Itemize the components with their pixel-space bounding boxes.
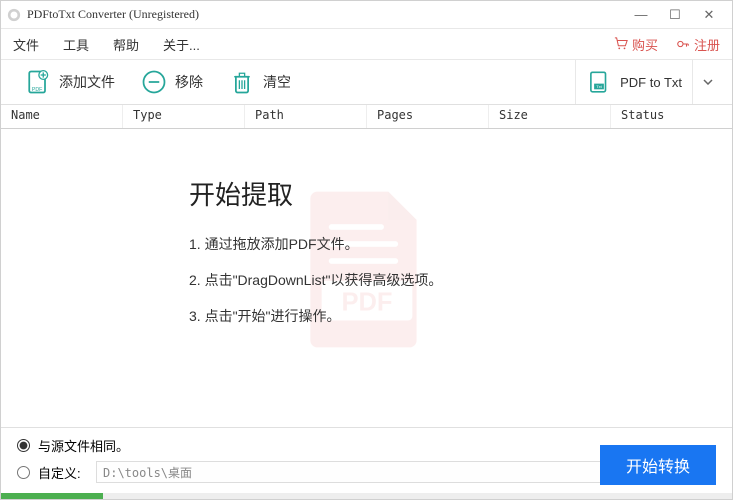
remove-button[interactable]: 移除: [127, 63, 215, 101]
table-header: Name Type Path Pages Size Status: [1, 105, 732, 129]
radio-same-as-source[interactable]: [17, 439, 30, 452]
footer: 与源文件相同。 自定义: 浏览 开始转换: [1, 427, 732, 499]
menu-about[interactable]: 关于...: [163, 35, 200, 54]
svg-text:Txt: Txt: [596, 84, 602, 89]
content-area[interactable]: PDF 开始提取 1. 通过拖放添加PDF文件。 2. 点击"DragDownL…: [1, 129, 732, 427]
col-name[interactable]: Name: [1, 105, 123, 128]
mode-dropdown-button[interactable]: [692, 60, 722, 104]
app-icon: [7, 8, 21, 22]
toolbar: PDF 添加文件 移除 清空 Txt PDF to Txt: [1, 59, 732, 105]
mode-selector[interactable]: Txt PDF to Txt: [575, 60, 692, 104]
progress-fill: [1, 493, 103, 499]
menu-tools[interactable]: 工具: [63, 35, 89, 54]
custom-path-input[interactable]: [96, 461, 644, 483]
col-size[interactable]: Size: [489, 105, 611, 128]
pdf-to-txt-icon: Txt: [586, 69, 612, 95]
instructions: 开始提取 1. 通过拖放添加PDF文件。 2. 点击"DragDownList"…: [189, 175, 442, 342]
instruction-step-1: 1. 通过拖放添加PDF文件。: [189, 234, 442, 254]
add-files-button[interactable]: PDF 添加文件: [11, 63, 127, 101]
custom-label: 自定义:: [38, 463, 88, 482]
key-icon: [676, 37, 690, 51]
buy-label: 购买: [632, 35, 658, 54]
trash-icon: [227, 67, 257, 97]
col-path[interactable]: Path: [245, 105, 367, 128]
mode-label: PDF to Txt: [620, 75, 682, 90]
instructions-title: 开始提取: [189, 175, 442, 212]
start-convert-button[interactable]: 开始转换: [600, 445, 716, 485]
col-status[interactable]: Status: [611, 105, 732, 128]
buy-button[interactable]: 购买: [614, 35, 658, 54]
titlebar: PDFtoTxt Converter (Unregistered) — ☐ ✕: [1, 1, 732, 29]
register-button[interactable]: 注册: [676, 35, 720, 54]
register-label: 注册: [694, 35, 720, 54]
col-pages[interactable]: Pages: [367, 105, 489, 128]
instruction-step-2: 2. 点击"DragDownList"以获得高级选项。: [189, 270, 442, 290]
same-as-source-label: 与源文件相同。: [38, 436, 129, 455]
menu-help[interactable]: 帮助: [113, 35, 139, 54]
progress-bar: [1, 493, 732, 499]
add-files-label: 添加文件: [59, 72, 115, 92]
minimize-button[interactable]: —: [624, 4, 658, 26]
window-title: PDFtoTxt Converter (Unregistered): [27, 7, 624, 22]
remove-label: 移除: [175, 72, 203, 92]
maximize-button[interactable]: ☐: [658, 4, 692, 26]
svg-text:PDF: PDF: [32, 87, 43, 93]
clear-button[interactable]: 清空: [215, 63, 303, 101]
clear-label: 清空: [263, 72, 291, 92]
remove-icon: [139, 67, 169, 97]
radio-custom[interactable]: [17, 466, 30, 479]
chevron-down-icon: [703, 79, 713, 85]
add-file-icon: PDF: [23, 67, 53, 97]
col-type[interactable]: Type: [123, 105, 245, 128]
close-button[interactable]: ✕: [692, 4, 726, 26]
cart-icon: [614, 37, 628, 51]
menu-file[interactable]: 文件: [13, 35, 39, 54]
instruction-step-3: 3. 点击"开始"进行操作。: [189, 306, 442, 326]
menubar: 文件 工具 帮助 关于... 购买 注册: [1, 29, 732, 59]
